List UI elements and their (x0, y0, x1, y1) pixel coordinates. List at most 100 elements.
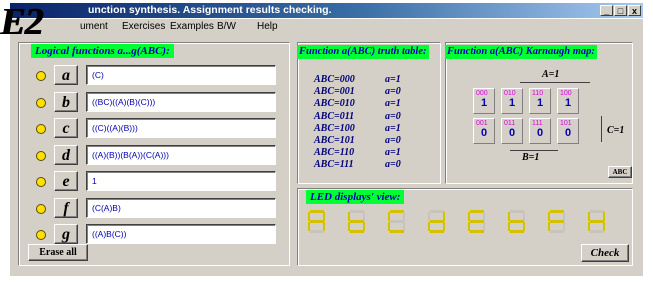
karnaugh-cell-value: 1 (565, 97, 572, 109)
function-g-button[interactable]: g (54, 224, 78, 244)
minimize-button[interactable]: _ (600, 5, 613, 16)
menu-document[interactable]: ument (80, 21, 108, 32)
led-segment-e (508, 222, 510, 231)
led-display-4 (428, 210, 445, 233)
led-segment-e (548, 222, 550, 231)
led-segment-f (308, 212, 310, 221)
menu-bw[interactable]: B/W (217, 21, 236, 32)
led-segment-d (510, 230, 524, 233)
function-c-button[interactable]: c (54, 118, 78, 138)
function-g-radio[interactable] (36, 230, 46, 240)
function-d-radio[interactable] (36, 150, 46, 161)
truth-table-output-7: a=0 (385, 159, 401, 171)
led-segment-b (523, 212, 525, 221)
karnaugh-cell-value: 0 (565, 127, 572, 139)
function-c-input[interactable]: ((C)((A)(B))) (86, 118, 276, 138)
led-segment-b (323, 212, 325, 221)
function-b-radio[interactable] (36, 97, 46, 108)
led-display-2 (348, 210, 365, 233)
led-segment-f (588, 212, 590, 221)
led-segment-f (428, 212, 430, 221)
truth-table-input-4: ABC=100 (314, 122, 355, 134)
truth-table-input-1: ABC=001 (314, 86, 355, 98)
karnaugh-cell-010: 010 1 (501, 88, 523, 114)
menu-examples[interactable]: Examples (170, 21, 214, 32)
function-d-input[interactable]: ((A)(B))(B(A))(C(A))) (86, 144, 276, 165)
led-segment-e (428, 222, 430, 231)
function-a-button[interactable]: a (54, 65, 78, 85)
led-segment-b (483, 212, 485, 221)
led-segment-c (323, 222, 325, 231)
karnaugh-cell-value: 0 (537, 127, 544, 139)
functions-panel-title: Logical functions a...g(ABC): (31, 44, 174, 58)
function-a-input[interactable]: (C) (86, 65, 276, 85)
led-segment-c (483, 222, 485, 231)
led-segment-g (310, 220, 324, 223)
led-segment-d (430, 230, 444, 233)
led-display-5 (468, 210, 485, 233)
led-segment-d (350, 230, 364, 233)
main-window: Logical functions a...g(ABC): Function a… (10, 36, 643, 276)
led-segment-g (510, 220, 524, 223)
check-button[interactable]: Check (581, 244, 629, 262)
menu-exercises[interactable]: Exercises (122, 21, 165, 32)
function-b-input[interactable]: ((BC)((A)(B)(C))) (86, 91, 276, 112)
led-segment-a (310, 210, 324, 213)
erase-all-button[interactable]: Erase all (28, 244, 88, 261)
truth-table-output-2: a=1 (385, 98, 401, 110)
function-f-input[interactable]: (C(A)B) (86, 197, 276, 218)
karnaugh-cell-110: 110 1 (529, 88, 551, 114)
led-segment-b (363, 212, 365, 221)
led-segment-a (390, 210, 404, 213)
truth-table-title: Function a(ABC) truth table: (297, 45, 429, 59)
led-segment-d (470, 230, 484, 233)
karnaugh-label-a: A=1 (542, 69, 560, 80)
function-f-button[interactable]: f (54, 197, 78, 218)
led-segment-g (550, 220, 564, 223)
led-segment-d (390, 230, 404, 233)
karnaugh-cell-index: 011 (504, 120, 516, 127)
karnaugh-cell-value: 1 (481, 97, 488, 109)
led-segment-c (403, 222, 405, 231)
led-panel-title: LED displays' view: (306, 190, 405, 204)
function-f-radio[interactable] (36, 203, 46, 214)
karnaugh-cell-index: 111 (532, 120, 543, 127)
close-button[interactable]: x (628, 5, 641, 16)
function-a-radio[interactable] (36, 71, 46, 81)
karnaugh-cell-value: 0 (509, 127, 516, 139)
karnaugh-label-c: C=1 (607, 125, 625, 136)
led-segment-e (468, 222, 470, 231)
led-display-7 (548, 210, 565, 233)
function-c-radio[interactable] (36, 124, 46, 134)
karnaugh-cell-011: 011 0 (501, 118, 523, 144)
karnaugh-cell-101: 101 0 (557, 118, 579, 144)
truth-table-input-6: ABC=110 (314, 147, 355, 159)
truth-table-input-3: ABC=011 (314, 110, 355, 122)
truth-table-input-0: ABC=000 (314, 74, 355, 85)
truth-table-output-0: a=1 (385, 74, 401, 85)
karnaugh-a-line (520, 82, 590, 83)
led-segment-c (523, 222, 525, 231)
abc-button[interactable]: ABC (608, 166, 632, 178)
karnaugh-cell-index: 110 (532, 90, 544, 97)
karnaugh-title: Function a(ABC) Karnaugh map: (445, 45, 597, 59)
led-segment-c (563, 222, 565, 231)
maximize-button[interactable]: □ (614, 5, 627, 16)
truth-table-output-4: a=1 (385, 122, 401, 134)
function-d-button[interactable]: d (54, 144, 78, 165)
function-e-input[interactable]: 1 (86, 171, 276, 191)
truth-table-output-1: a=0 (385, 86, 401, 98)
led-segment-g (350, 220, 364, 223)
karnaugh-cell-111: 111 0 (529, 118, 551, 144)
function-g-input[interactable]: ((A)B(C)) (86, 224, 276, 244)
function-e-radio[interactable] (36, 177, 46, 187)
karnaugh-cell-001: 001 0 (473, 118, 495, 144)
truth-table-input-7: ABC=111 (314, 159, 354, 171)
led-displays (308, 210, 605, 233)
function-e-button[interactable]: e (54, 171, 78, 191)
function-b-button[interactable]: b (54, 91, 78, 112)
menu-help[interactable]: Help (257, 21, 278, 32)
led-segment-a (430, 210, 444, 213)
led-display-8 (588, 210, 605, 233)
led-segment-a (350, 210, 364, 213)
